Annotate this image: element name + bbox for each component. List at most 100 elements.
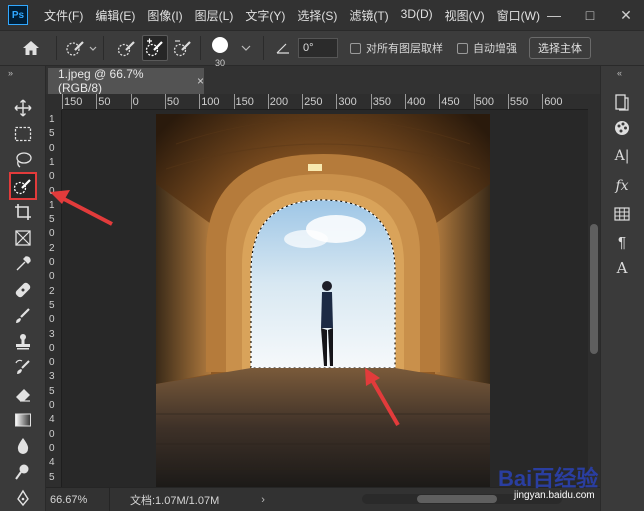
document-tab[interactable]: 1.jpeg @ 66.7%(RGB/8) ×	[48, 67, 204, 95]
horizontal-ruler[interactable]: 150 50 0 50 100 150 200 250 300 350 400 450 500 550 60…	[62, 94, 588, 110]
ruler-h-tick	[370, 94, 372, 109]
ruler-h-label: 200	[269, 96, 289, 108]
brush-tool-icon[interactable]	[9, 304, 37, 328]
window-controls: — □ ✕	[536, 0, 644, 30]
ruler-v-label: 2	[49, 242, 55, 254]
ruler-h-tick	[267, 94, 269, 109]
ruler-h-tick	[62, 94, 63, 109]
brush-picker[interactable]: 30	[207, 35, 233, 68]
separator	[103, 36, 104, 60]
history-brush-tool-icon[interactable]	[9, 356, 37, 380]
blur-tool-icon[interactable]	[9, 434, 37, 458]
collapse-dock-icon[interactable]: «	[617, 68, 622, 78]
menu-view[interactable]: 视图(V)	[439, 7, 491, 24]
tunnel-photo[interactable]	[156, 114, 490, 487]
collapse-toolbar-icon[interactable]: »	[8, 68, 13, 78]
gradient-tool-icon[interactable]	[9, 408, 37, 432]
ruler-origin[interactable]	[46, 94, 62, 110]
swatches-grid-icon[interactable]	[611, 204, 633, 224]
menu-layer[interactable]: 图层(L)	[189, 7, 240, 24]
ruler-h-label: 50	[166, 96, 180, 108]
separator	[200, 36, 201, 60]
separator	[56, 36, 57, 60]
paragraph-panel-icon[interactable]: ¶	[611, 232, 633, 252]
subtract-from-selection-brush-icon[interactable]	[172, 35, 194, 61]
angle-input[interactable]: 0°	[298, 38, 338, 58]
frame-tool-icon[interactable]	[9, 226, 37, 250]
ruler-h-tick	[164, 94, 166, 109]
ruler-h-tick	[507, 94, 509, 109]
menu-3d[interactable]: 3D(D)	[395, 7, 439, 24]
menu-select[interactable]: 选择(S)	[291, 7, 343, 24]
ruler-h-label: 450	[441, 96, 460, 108]
menu-file[interactable]: 文件(F)	[38, 7, 89, 24]
ruler-h-label: 100	[201, 96, 220, 108]
character-panel-icon[interactable]: A|	[611, 146, 633, 166]
ruler-h-tick	[542, 94, 544, 109]
ruler-h-label: 400	[407, 96, 426, 108]
add-to-selection-brush-icon[interactable]	[142, 35, 168, 61]
minimize-button[interactable]: —	[536, 0, 572, 30]
ruler-v-label: 0	[49, 428, 55, 440]
photoshop-logo-icon[interactable]: Ps	[8, 5, 28, 25]
chevron-down-icon[interactable]	[235, 35, 257, 61]
glyphs-panel-icon[interactable]: A	[611, 258, 633, 278]
healing-brush-tool-icon[interactable]	[9, 278, 37, 302]
horizontal-scrollbar-thumb[interactable]	[417, 495, 497, 503]
eyedropper-tool-icon[interactable]	[9, 252, 37, 276]
ruler-v-label: 0	[49, 314, 55, 326]
menu-bar: Ps 文件(F) 编辑(E) 图像(I) 图层(L) 文字(Y) 选择(S) 滤…	[0, 0, 644, 30]
quick-selection-tool-icon[interactable]	[9, 172, 37, 200]
dodge-tool-icon[interactable]	[9, 460, 37, 484]
menu-filter[interactable]: 滤镜(T)	[343, 7, 394, 24]
ruler-v-label: 0	[49, 271, 55, 283]
close-window-button[interactable]: ✕	[608, 0, 644, 30]
pen-tool-icon[interactable]	[9, 486, 37, 510]
ruler-v-label: 1	[49, 156, 55, 168]
close-document-icon[interactable]: ×	[197, 74, 204, 88]
ruler-v-label: 1	[49, 114, 55, 125]
ruler-h-tick	[233, 94, 235, 109]
tool-preset-picker-icon[interactable]	[63, 35, 97, 61]
ruler-h-label: 350	[372, 96, 392, 108]
new-selection-brush-icon[interactable]	[116, 35, 138, 61]
styles-fx-icon[interactable]: fx	[611, 176, 633, 196]
document-tab-bar: 1.jpeg @ 66.7%(RGB/8) ×	[46, 66, 600, 95]
auto-enhance-label: 自动增强	[473, 43, 517, 55]
maximize-button[interactable]: □	[572, 0, 608, 30]
ruler-h-tick	[199, 94, 201, 109]
angle-icon	[272, 35, 294, 61]
clone-stamp-tool-icon[interactable]	[9, 330, 37, 354]
lasso-tool-icon[interactable]	[9, 148, 37, 172]
brush-preview-icon	[212, 37, 228, 53]
menu-items: 文件(F) 编辑(E) 图像(I) 图层(L) 文字(Y) 选择(S) 滤镜(T…	[38, 7, 546, 24]
ruler-h-tick	[130, 94, 132, 109]
ruler-v-label: 5	[49, 385, 55, 397]
status-menu-arrow-icon[interactable]: ›	[261, 494, 265, 506]
history-panel-icon[interactable]	[611, 92, 633, 112]
vertical-scrollbar[interactable]	[588, 94, 600, 487]
ruler-v-label: 0	[49, 400, 55, 411]
vertical-scrollbar-thumb[interactable]	[590, 224, 598, 354]
menu-image[interactable]: 图像(I)	[141, 7, 188, 24]
move-tool-icon[interactable]	[9, 96, 37, 120]
menu-type[interactable]: 文字(Y)	[239, 7, 291, 24]
zoom-level[interactable]: 66.67%	[46, 488, 110, 511]
ruler-v-label: 1	[49, 199, 55, 211]
menu-edit[interactable]: 编辑(E)	[89, 7, 141, 24]
color-panel-icon[interactable]	[611, 118, 633, 138]
ruler-v-label: 4	[49, 457, 55, 469]
options-bar: 30 0° 对所有图层取样 自动增强 选择主体	[0, 30, 644, 68]
sample-all-layers-checkbox[interactable]	[350, 42, 361, 54]
auto-enhance-checkbox[interactable]	[457, 42, 468, 54]
vertical-ruler[interactable]: 1 5 0 1 0 0 1 5 0 2 0 0 2 5 0 3 0 0 3 5 0 4 0 0 4 5	[46, 110, 62, 487]
ruler-v-label: 0	[49, 185, 55, 197]
select-subject-button[interactable]: 选择主体	[529, 37, 591, 59]
crop-tool-icon[interactable]	[9, 200, 37, 224]
home-icon[interactable]	[20, 35, 42, 61]
canvas-area[interactable]	[62, 110, 588, 487]
ruler-v-label: 0	[49, 357, 55, 369]
eraser-tool-icon[interactable]	[9, 382, 37, 406]
marquee-tool-icon[interactable]	[9, 122, 37, 146]
ruler-h-tick	[96, 94, 98, 109]
